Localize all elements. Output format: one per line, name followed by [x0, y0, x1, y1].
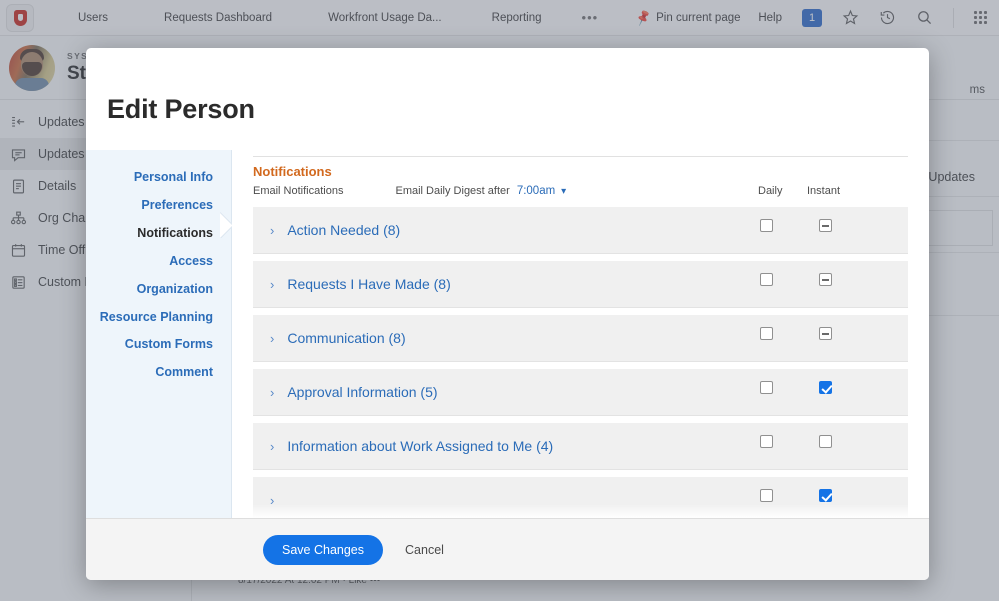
avatar[interactable] — [9, 45, 55, 91]
digest-value-dropdown[interactable]: 7:00am — [517, 185, 555, 197]
chevron-right-icon[interactable]: › — [270, 439, 274, 454]
modal-nav-notifications[interactable]: Notifications — [86, 226, 231, 241]
sidebar-item-label: Custom F — [38, 275, 92, 289]
instant-checkbox[interactable] — [819, 273, 832, 286]
notifications-toolbar: Email Notifications Email Daily Digest a… — [232, 179, 929, 197]
column-header-daily: Daily — [758, 185, 782, 197]
notification-group-label[interactable]: Communication (8) — [287, 330, 405, 346]
star-icon[interactable] — [842, 9, 859, 26]
active-tab-pointer — [220, 212, 232, 238]
pin-current-page-label: Pin current page — [656, 12, 740, 24]
column-header-instant: Instant — [807, 185, 840, 197]
chevron-right-icon[interactable]: › — [270, 277, 274, 292]
chevron-right-icon[interactable]: › — [270, 331, 274, 346]
instant-checkbox[interactable] — [819, 381, 832, 394]
daily-checkbox[interactable] — [760, 489, 773, 502]
modal-nav-organization[interactable]: Organization — [86, 282, 231, 297]
sidebar-item-label: Details — [38, 179, 76, 193]
table-row[interactable]: › Information about Work Assigned to Me … — [253, 422, 908, 470]
modal-side-nav: Personal Info Preferences Notifications … — [86, 150, 232, 518]
email-notifications-label: Email Notifications — [253, 185, 343, 197]
nav-item-reporting[interactable]: Reporting — [492, 12, 542, 24]
daily-checkbox[interactable] — [760, 273, 773, 286]
notification-row-list: › Action Needed (8) › Requests I Have Ma… — [232, 206, 929, 518]
table-row[interactable]: › Communication (8) — [253, 314, 908, 362]
search-icon[interactable] — [916, 9, 933, 26]
chevron-right-icon[interactable]: › — [270, 493, 274, 508]
notification-badge[interactable]: 1 — [802, 9, 822, 27]
notification-group-label[interactable]: Requests I Have Made (8) — [287, 276, 450, 292]
instant-checkbox[interactable] — [819, 219, 832, 232]
apps-grid-icon[interactable] — [974, 11, 987, 24]
notification-group-label[interactable]: Approval Information (5) — [287, 384, 437, 400]
notification-group-label[interactable]: Action Needed (8) — [287, 222, 400, 238]
notifications-panel: Notifications Email Notifications Email … — [232, 150, 929, 518]
modal-title: Edit Person — [86, 48, 929, 125]
daily-checkbox[interactable] — [760, 381, 773, 394]
chevron-right-icon[interactable]: › — [270, 385, 274, 400]
modal-nav-preferences[interactable]: Preferences — [86, 198, 231, 213]
sidebar-item-label: Org Chart — [38, 211, 93, 225]
modal-footer: Save Changes Cancel — [86, 518, 929, 580]
chevron-right-icon[interactable]: › — [270, 223, 274, 238]
nav-divider — [953, 8, 954, 28]
nav-item-requests-dashboard[interactable]: Requests Dashboard — [164, 12, 272, 24]
modal-nav-comment[interactable]: Comment — [86, 365, 231, 380]
modal-body: Personal Info Preferences Notifications … — [86, 150, 929, 518]
table-row[interactable]: › — [253, 476, 908, 518]
history-icon[interactable] — [879, 9, 896, 26]
table-row[interactable]: › Requests I Have Made (8) — [253, 260, 908, 308]
instant-checkbox[interactable] — [819, 489, 832, 502]
daily-checkbox[interactable] — [760, 219, 773, 232]
modal-nav-access[interactable]: Access — [86, 254, 231, 269]
app-root: Users Requests Dashboard Workfront Usage… — [0, 0, 999, 601]
instant-checkbox[interactable] — [819, 435, 832, 448]
help-link[interactable]: Help — [758, 12, 782, 24]
nav-overflow-icon[interactable]: ••• — [582, 10, 599, 25]
top-nav-right-group: Help 1 — [758, 8, 999, 28]
section-title: Notifications — [232, 157, 929, 179]
edit-person-modal: Edit Person Personal Info Preferences No… — [86, 48, 929, 580]
daily-checkbox[interactable] — [760, 327, 773, 340]
table-row[interactable]: › Action Needed (8) — [253, 206, 908, 254]
daily-checkbox[interactable] — [760, 435, 773, 448]
teams-label: ms — [970, 84, 985, 96]
modal-nav-personal-info[interactable]: Personal Info — [86, 170, 231, 185]
nav-item-workfront-usage[interactable]: Workfront Usage Da... — [328, 12, 442, 24]
nav-item-users[interactable]: Users — [78, 12, 108, 24]
instant-checkbox[interactable] — [819, 327, 832, 340]
modal-nav-resource-planning[interactable]: Resource Planning — [86, 310, 231, 324]
pin-icon: 📌 — [634, 8, 653, 26]
table-row[interactable]: › Approval Information (5) — [253, 368, 908, 416]
digest-label: Email Daily Digest after — [395, 185, 509, 197]
global-top-nav: Users Requests Dashboard Workfront Usage… — [0, 0, 999, 36]
save-button[interactable]: Save Changes — [263, 535, 383, 565]
chevron-down-icon[interactable]: ▾ — [561, 186, 566, 197]
sidebar-item-label: Updates — [38, 147, 85, 161]
notification-group-label[interactable]: Information about Work Assigned to Me (4… — [287, 438, 553, 454]
sidebar-item-label: Time Off — [38, 243, 85, 257]
notifications-scroll-area[interactable]: Notifications Email Notifications Email … — [232, 150, 929, 518]
workfront-logo-icon[interactable] — [6, 4, 34, 32]
pin-current-page-button[interactable]: 📌 Pin current page — [636, 11, 740, 25]
cancel-button[interactable]: Cancel — [405, 543, 444, 557]
modal-nav-custom-forms[interactable]: Custom Forms — [86, 337, 231, 352]
sidebar-item-label: Updates — [38, 115, 85, 129]
